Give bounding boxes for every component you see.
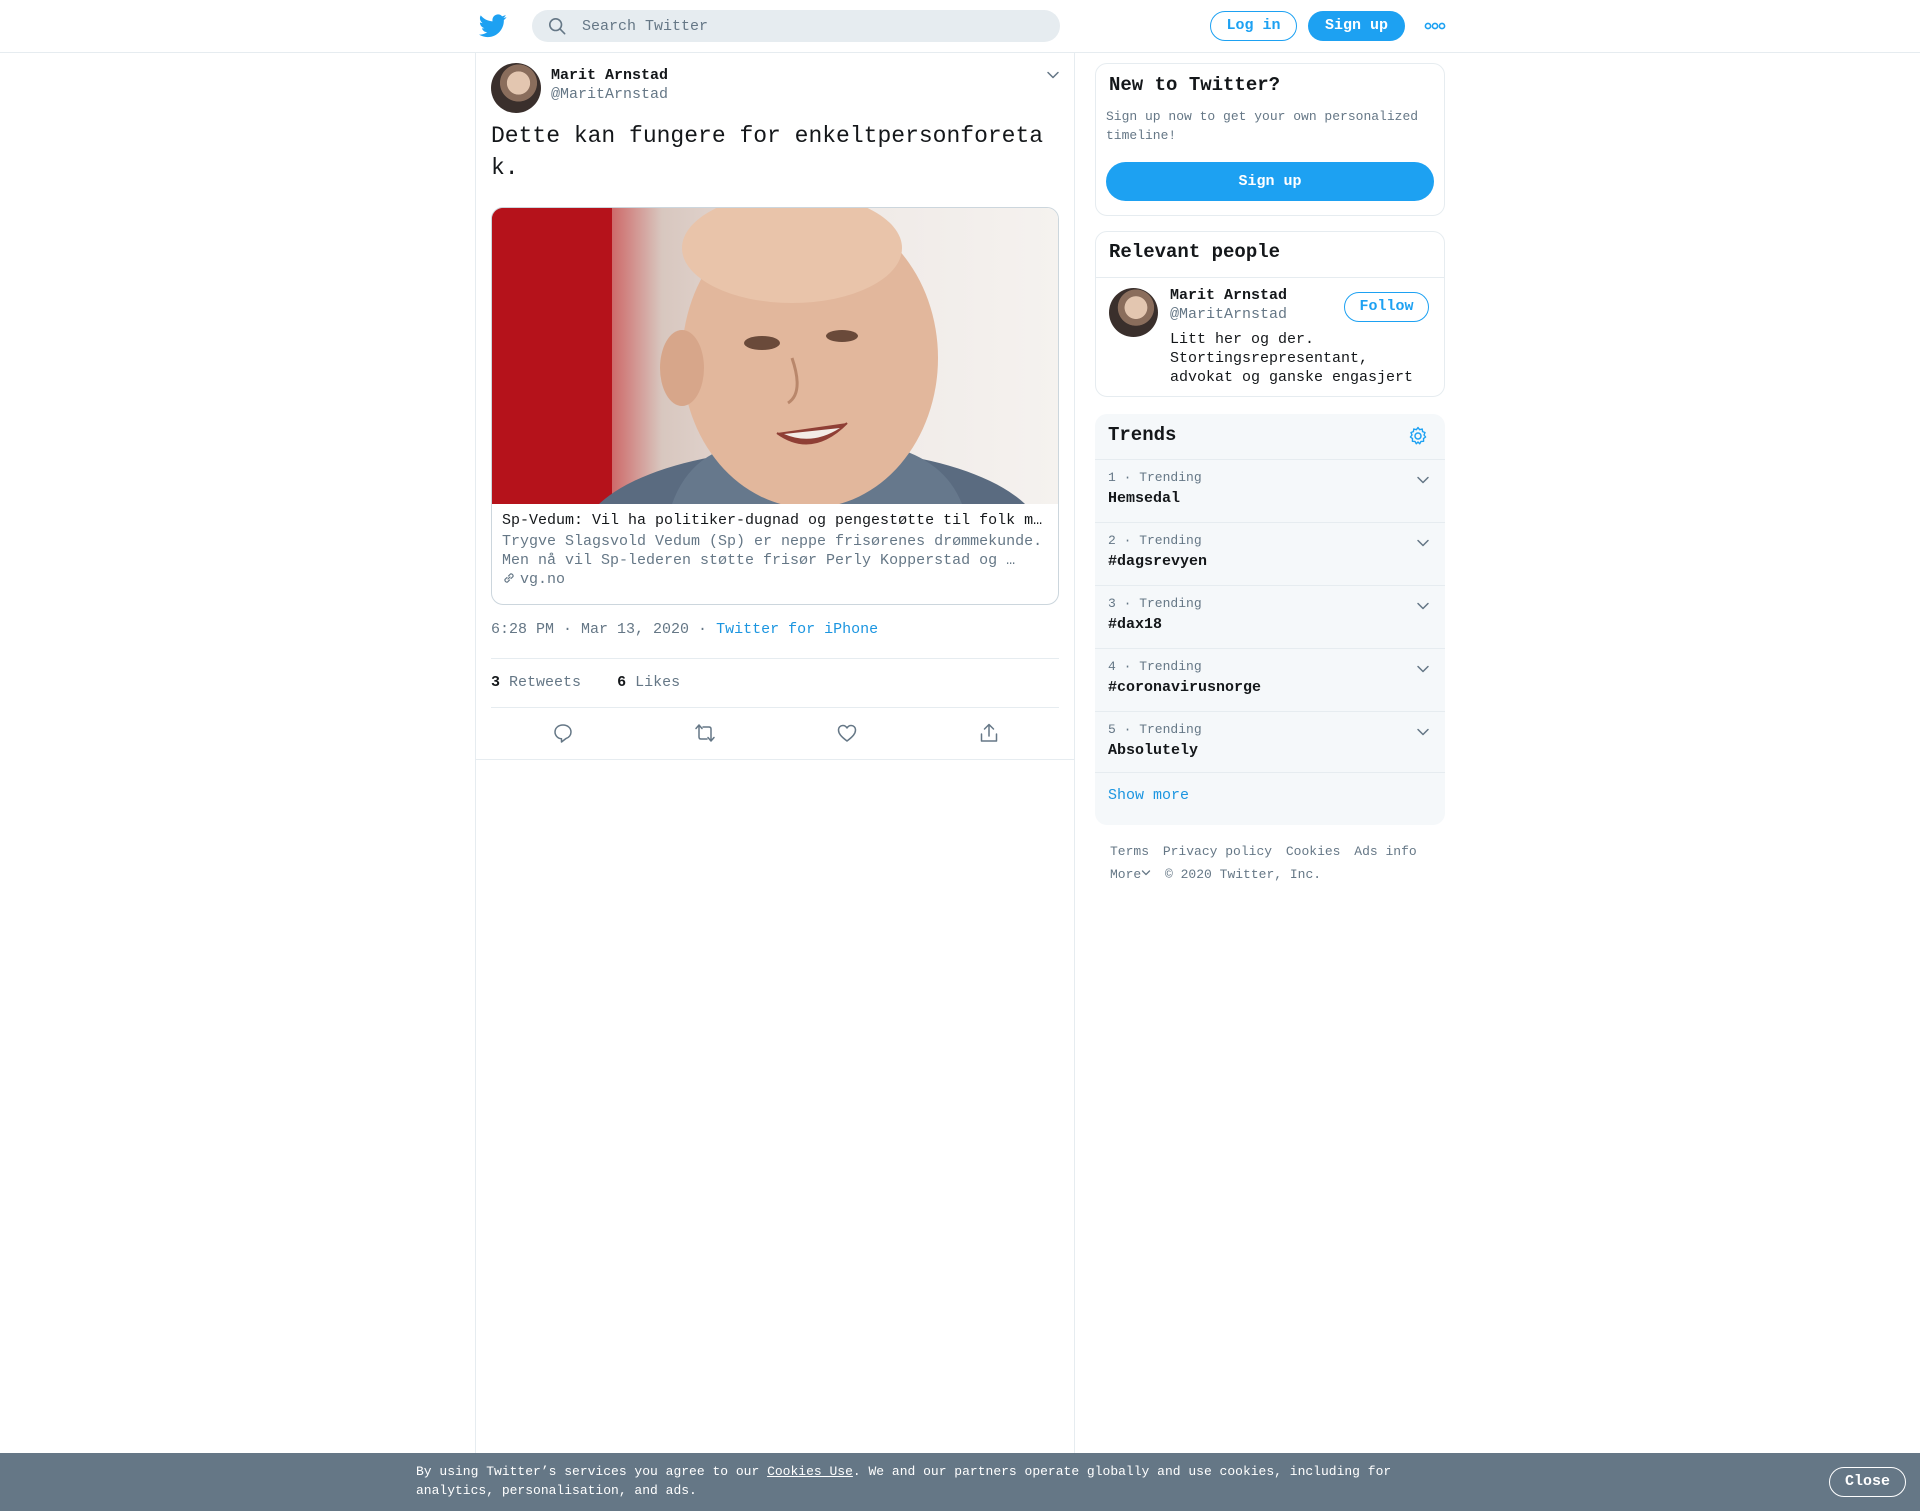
avatar[interactable] (491, 63, 541, 113)
card-title: Sp-Vedum: Vil ha politiker-dugnad og pen… (502, 512, 1050, 529)
relevant-person-bio: Litt her og der. Stortingsrepresentant, … (1170, 331, 1414, 386)
retweets-count: 3 (491, 674, 501, 691)
relevant-person-handle[interactable]: @MaritArnstad (1170, 306, 1287, 323)
sidebar-signup-button[interactable]: Sign up (1106, 162, 1434, 201)
author-handle[interactable]: @MaritArnstad (551, 86, 668, 103)
trend-name: #dax18 (1108, 616, 1163, 633)
card-photo (492, 208, 1025, 504)
follow-button[interactable]: Follow (1344, 292, 1429, 322)
trend-name: #dagsrevyen (1108, 553, 1208, 570)
new-to-twitter-heading: New to Twitter? (1109, 74, 1281, 96)
search-input[interactable] (582, 10, 1042, 42)
tweet-metadata: 6:28 PM · Mar 13, 2020 · Twitter for iPh… (491, 621, 878, 638)
gear-icon[interactable] (1408, 426, 1428, 446)
chevron-down-icon[interactable] (1415, 598, 1431, 614)
top-navigation-bar: Log in Sign up (0, 0, 1920, 53)
reply-icon[interactable] (552, 722, 574, 744)
trend-item[interactable]: 4 · Trending #coronavirusnorge (1095, 648, 1445, 711)
new-to-twitter-box: New to Twitter? Sign up now to get your … (1095, 63, 1445, 216)
footer-link-terms[interactable]: Terms (1110, 844, 1149, 859)
card-image (492, 208, 1058, 504)
likes-count: 6 (617, 674, 627, 691)
more-dots-icon[interactable] (1424, 19, 1446, 33)
chevron-down-icon[interactable] (1045, 67, 1061, 83)
cookies-use-link[interactable]: Cookies Use (767, 1464, 853, 1479)
cookie-text: By using Twitter’s services you agree to… (416, 1462, 1416, 1500)
share-icon[interactable] (978, 722, 1000, 744)
tweet: Marit Arnstad @MaritArnstad Dette kan fu… (476, 53, 1074, 760)
chevron-down-icon[interactable] (1141, 868, 1151, 878)
sidebar-footer: Terms Privacy policy Cookies Ads info Mo… (1110, 840, 1440, 886)
twitter-bird-icon[interactable] (479, 14, 507, 38)
footer-link-privacy[interactable]: Privacy policy (1163, 844, 1272, 859)
likes-stat[interactable]: 6 Likes (617, 674, 680, 691)
tweet-source[interactable]: Twitter for iPhone (716, 621, 878, 638)
trends-heading: Trends (1108, 424, 1177, 446)
chevron-down-icon[interactable] (1415, 535, 1431, 551)
tweet-actions (491, 708, 1059, 758)
trend-item[interactable]: 2 · Trending #dagsrevyen (1095, 522, 1445, 585)
footer-copyright: © 2020 Twitter, Inc. (1165, 867, 1322, 882)
main-column: Marit Arnstad @MaritArnstad Dette kan fu… (475, 53, 1075, 1453)
trend-item[interactable]: 1 · Trending Hemsedal (1095, 459, 1445, 522)
trend-item[interactable]: 5 · Trending Absolutely (1095, 711, 1445, 774)
trend-name: Hemsedal (1108, 490, 1181, 507)
footer-link-ads-info[interactable]: Ads info (1354, 844, 1416, 859)
card-description: Trygve Slagsvold Vedum (Sp) er neppe fri… (502, 533, 1043, 569)
relevant-people-heading: Relevant people (1096, 232, 1444, 278)
avatar[interactable] (1109, 288, 1158, 337)
cookie-consent-bar: By using Twitter’s services you agree to… (0, 1453, 1920, 1511)
retweets-label: Retweets (509, 674, 582, 691)
new-to-twitter-text: Sign up now to get your own personalized… (1106, 109, 1419, 143)
show-more-link[interactable]: Show more (1095, 772, 1445, 825)
cookie-text-before: By using Twitter’s services you agree to… (416, 1464, 768, 1479)
tweet-text: Dette kan fungere for enkeltpersonforeta… (491, 123, 1044, 181)
trend-meta: 3 · Trending (1108, 596, 1202, 611)
login-button[interactable]: Log in (1210, 11, 1297, 41)
likes-label: Likes (635, 674, 681, 691)
tweet-time[interactable]: 6:28 PM · Mar 13, 2020 (491, 621, 689, 638)
meta-separator: · (689, 621, 717, 638)
trends-box: Trends 1 · Trending Hemsedal 2 · Trendin… (1095, 414, 1445, 825)
retweet-icon[interactable] (694, 722, 716, 744)
trend-name: Absolutely (1108, 742, 1199, 759)
signup-button[interactable]: Sign up (1308, 11, 1405, 41)
trend-meta: 2 · Trending (1108, 533, 1202, 548)
card-domain: vg.no (502, 571, 565, 588)
like-icon[interactable] (836, 722, 858, 744)
relevant-person-name[interactable]: Marit Arnstad (1170, 287, 1287, 304)
tweet-stats: 3 Retweets 6 Likes (491, 658, 1059, 708)
trend-meta: 4 · Trending (1108, 659, 1202, 674)
author-name[interactable]: Marit Arnstad (551, 67, 668, 84)
card-domain-text: vg.no (520, 571, 566, 588)
link-icon (504, 573, 514, 583)
footer-link-cookies[interactable]: Cookies (1286, 844, 1341, 859)
search-box[interactable] (532, 10, 1060, 42)
trend-meta: 1 · Trending (1108, 470, 1202, 485)
search-icon (548, 17, 566, 35)
retweets-stat[interactable]: 3 Retweets (491, 674, 581, 691)
chevron-down-icon[interactable] (1415, 724, 1431, 740)
trend-meta: 5 · Trending (1108, 722, 1202, 737)
cookie-close-button[interactable]: Close (1829, 1467, 1906, 1497)
chevron-down-icon[interactable] (1415, 661, 1431, 677)
trend-item[interactable]: 3 · Trending #dax18 (1095, 585, 1445, 648)
trend-name: #coronavirusnorge (1108, 679, 1262, 696)
chevron-down-icon[interactable] (1415, 472, 1431, 488)
relevant-people-box: Relevant people Marit Arnstad @MaritArns… (1095, 231, 1445, 397)
footer-more-link[interactable]: More (1110, 867, 1141, 882)
link-card[interactable]: Sp-Vedum: Vil ha politiker-dugnad og pen… (491, 207, 1059, 605)
